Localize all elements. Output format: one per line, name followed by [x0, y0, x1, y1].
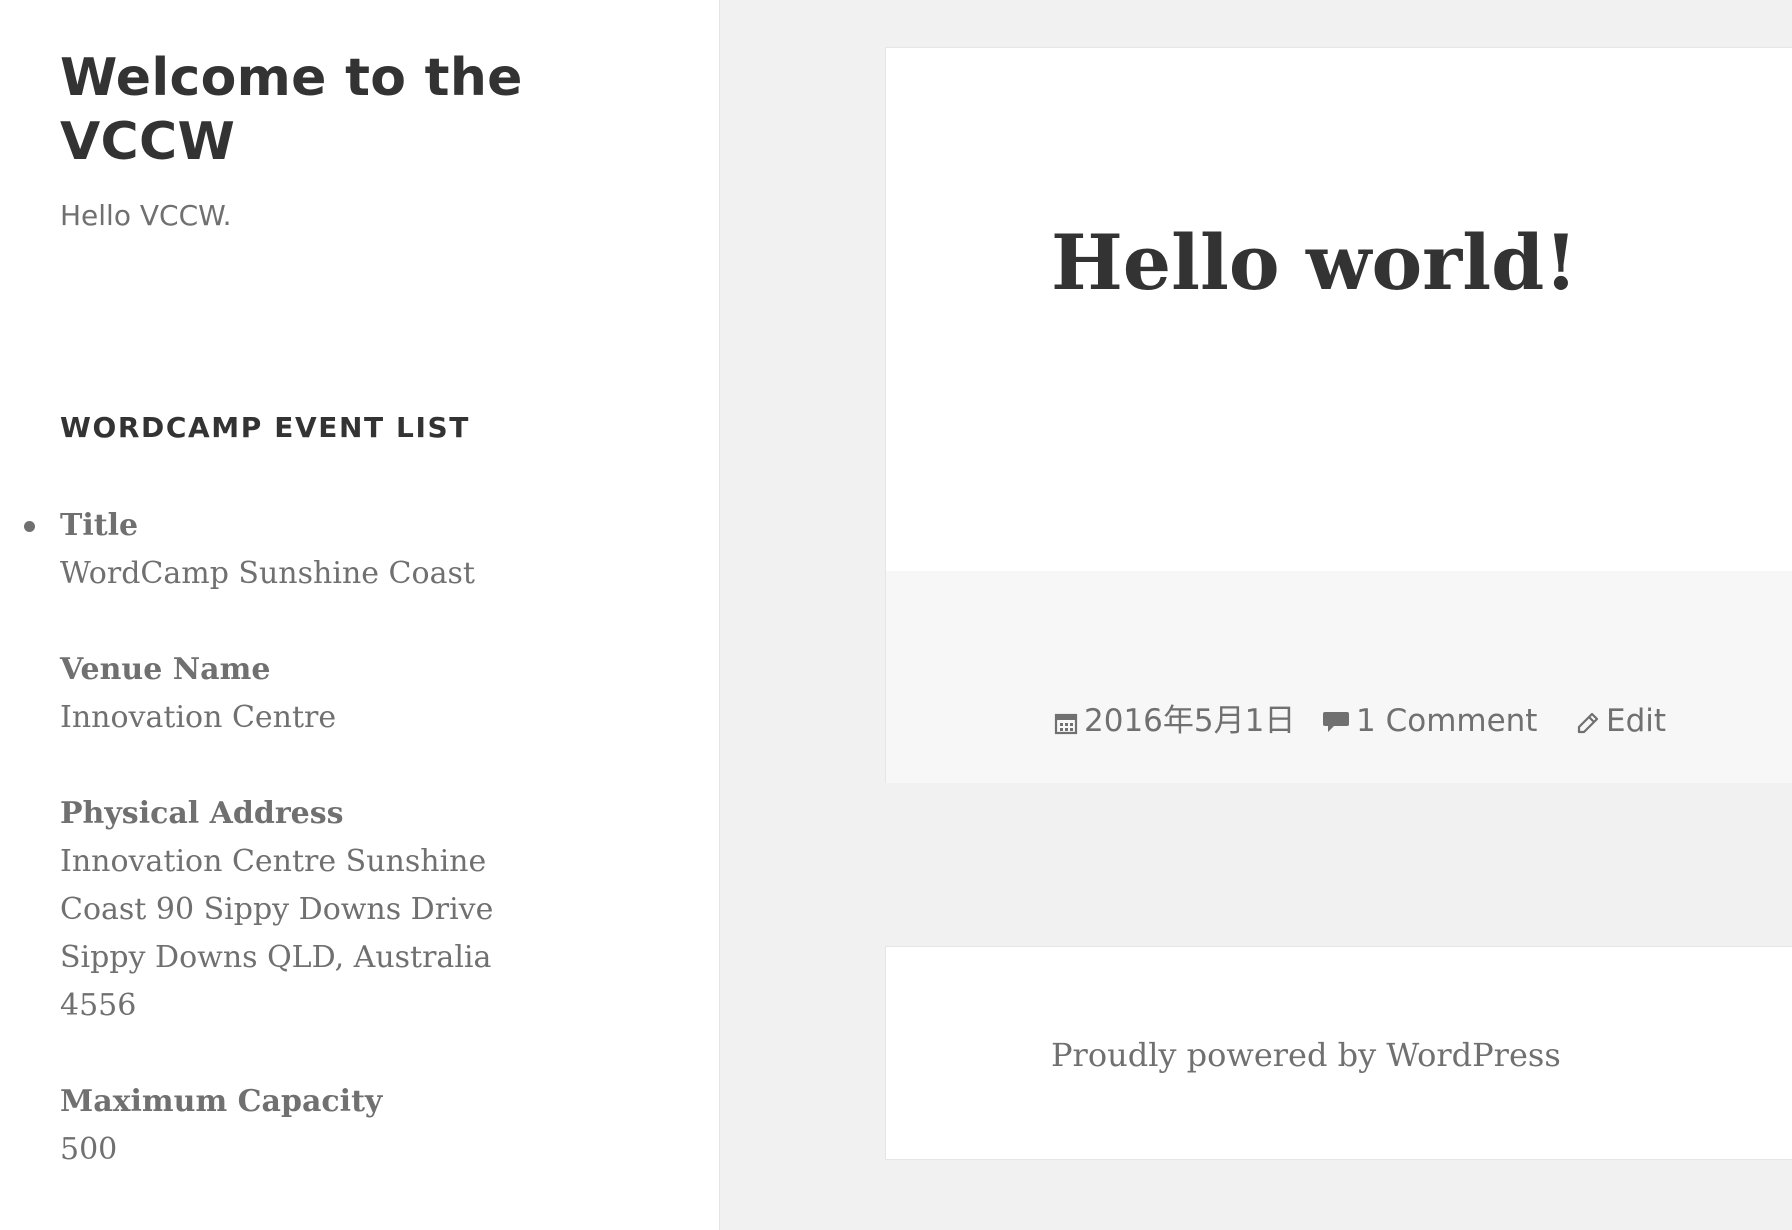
pencil-icon	[1576, 705, 1600, 745]
venue-label: Venue Name	[60, 652, 271, 687]
list-bullet	[24, 521, 35, 532]
event-list: Title WordCamp Sunshine Coast Venue Name…	[24, 502, 520, 1222]
post-card: Hello world! 2016年5月1日 1 Comment Edit	[885, 47, 1792, 783]
post-comments[interactable]: 1 Comment	[1322, 701, 1537, 745]
event-title-label: Title	[60, 508, 139, 543]
venue-field: Venue Name Innovation Centre	[60, 646, 520, 742]
address-value: Innovation Centre Sunshine Coast 90 Sipp…	[60, 844, 494, 1023]
address-label: Physical Address	[60, 796, 344, 831]
post-edit-text[interactable]: Edit	[1606, 703, 1666, 739]
capacity-value: 500	[60, 1132, 118, 1167]
post-date[interactable]: 2016年5月1日	[1054, 701, 1295, 745]
event-list-item: Title WordCamp Sunshine Coast Venue Name…	[24, 502, 520, 1174]
address-field: Physical Address Innovation Centre Sunsh…	[60, 790, 520, 1030]
site-footer: Proudly powered by WordPress	[885, 946, 1792, 1160]
capacity-label: Maximum Capacity	[60, 1084, 383, 1119]
site-description: Hello VCCW.	[60, 199, 232, 232]
event-title-value: WordCamp Sunshine Coast	[60, 556, 475, 591]
post-title[interactable]: Hello world!	[1051, 213, 1578, 313]
event-title-field: Title WordCamp Sunshine Coast	[60, 502, 520, 598]
venue-value: Innovation Centre	[60, 700, 337, 735]
sidebar: Welcome to the VCCW Hello VCCW. WORDCAMP…	[0, 0, 720, 1230]
post-date-text[interactable]: 2016年5月1日	[1084, 703, 1295, 739]
calendar-icon	[1054, 705, 1078, 745]
widget-title: WORDCAMP EVENT LIST	[60, 411, 470, 444]
comment-bubble-icon	[1322, 705, 1350, 745]
site-title[interactable]: Welcome to the VCCW	[60, 46, 580, 174]
post-meta-bar: 2016年5月1日 1 Comment Edit	[886, 571, 1792, 783]
post-edit[interactable]: Edit	[1576, 701, 1666, 745]
capacity-field: Maximum Capacity 500	[60, 1078, 520, 1174]
post-comments-text[interactable]: 1 Comment	[1356, 703, 1537, 739]
footer-credit-link[interactable]: Proudly powered by WordPress	[1051, 1033, 1561, 1077]
